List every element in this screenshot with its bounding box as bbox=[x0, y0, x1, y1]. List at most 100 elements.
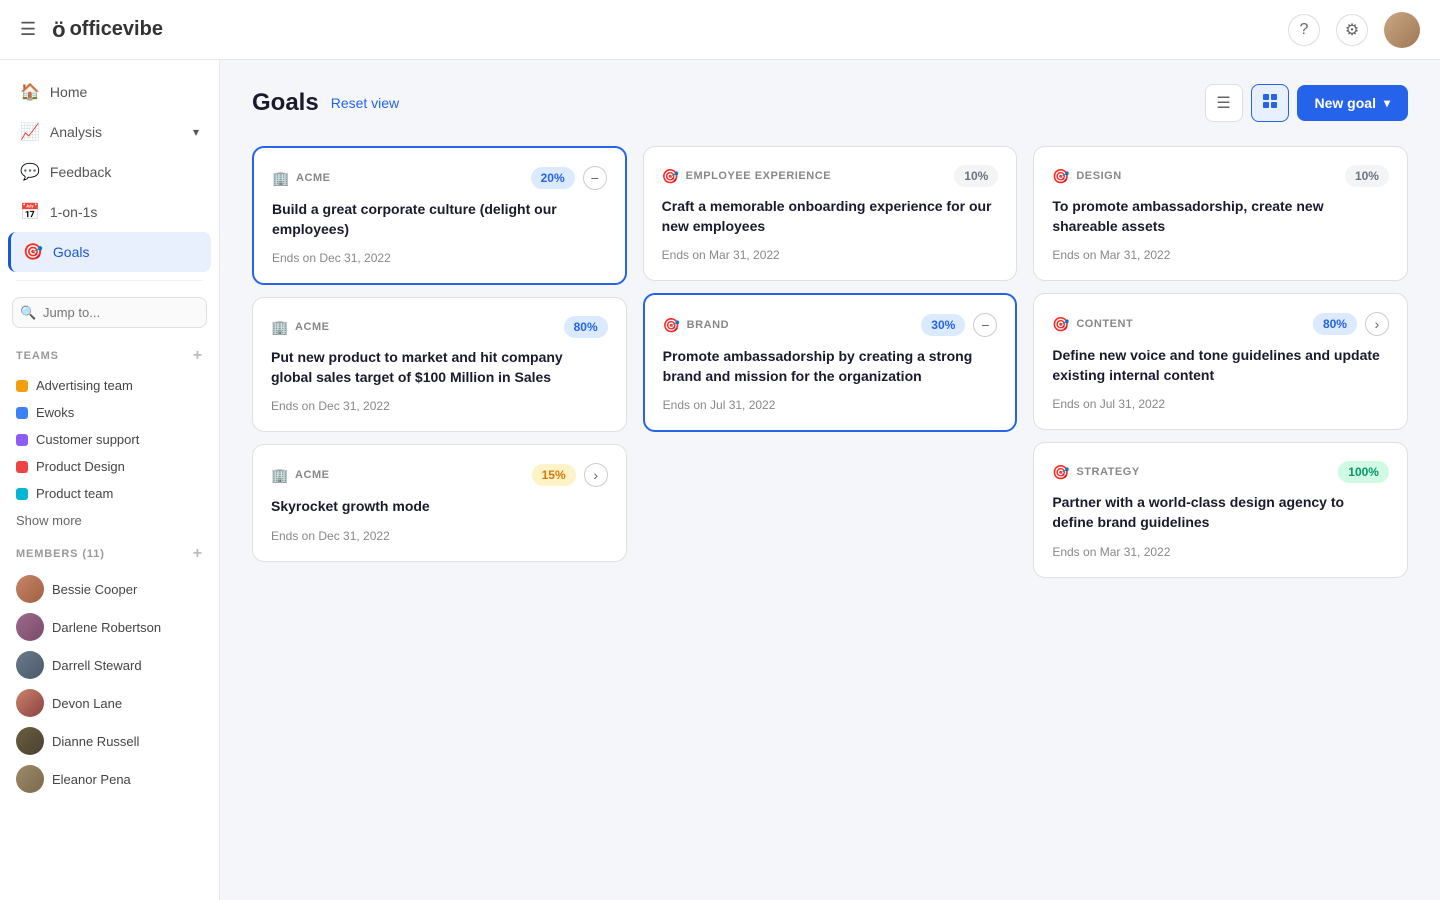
building-icon: 🏢 bbox=[271, 319, 289, 336]
search-icon: 🔍 bbox=[20, 305, 36, 321]
sidebar-item-ewoks[interactable]: Ewoks bbox=[12, 399, 207, 426]
avatar[interactable] bbox=[1384, 12, 1420, 48]
goal-org: 🏢 ACME bbox=[272, 170, 331, 187]
team-dot bbox=[16, 434, 28, 446]
goal-title: Put new product to market and hit compan… bbox=[271, 348, 608, 387]
sidebar-item-home[interactable]: 🏠 Home bbox=[8, 72, 211, 112]
show-more-button[interactable]: Show more bbox=[12, 507, 207, 534]
help-icon[interactable]: ? bbox=[1288, 14, 1320, 46]
avatar bbox=[16, 689, 44, 717]
goals-column-2: 🎯 EMPLOYEE EXPERIENCE 10% Craft a memora… bbox=[643, 146, 1018, 578]
teams-section: TEAMS + Advertising team Ewoks Customer … bbox=[0, 344, 219, 534]
building-icon: 🏢 bbox=[272, 170, 290, 187]
goal-card-header: 🎯 DESIGN 10% bbox=[1052, 165, 1389, 187]
building-icon: 🏢 bbox=[271, 467, 289, 484]
goal-card-g2[interactable]: 🏢 ACME 80% Put new product to market and… bbox=[252, 297, 627, 432]
target-icon: 🎯 bbox=[663, 317, 681, 334]
app-logo: öofficevibe bbox=[52, 17, 163, 43]
goal-title: Craft a memorable onboarding experience … bbox=[662, 197, 999, 236]
percent-badge: 15% bbox=[532, 464, 576, 486]
goal-title: Skyrocket growth mode bbox=[271, 497, 608, 517]
goals-icon: 🎯 bbox=[23, 242, 43, 262]
goal-card-g6[interactable]: 🎯 DESIGN 10% To promote ambassadorship, … bbox=[1033, 146, 1408, 281]
avatar bbox=[16, 765, 44, 793]
content-header-left: Goals Reset view bbox=[252, 89, 399, 117]
goal-action-button[interactable]: › bbox=[584, 463, 608, 487]
member-eleanor[interactable]: Eleanor Pena bbox=[12, 760, 207, 798]
target-icon: 🎯 bbox=[1052, 464, 1070, 481]
avatar bbox=[16, 575, 44, 603]
sidebar-item-1on1s[interactable]: 📅 1-on-1s bbox=[8, 192, 211, 232]
team-dot bbox=[16, 461, 28, 473]
avatar bbox=[16, 613, 44, 641]
goals-grid: 🏢 ACME 20% − Build a great corporate cul… bbox=[252, 146, 1408, 578]
team-dot bbox=[16, 407, 28, 419]
goals-column-3: 🎯 DESIGN 10% To promote ambassadorship, … bbox=[1033, 146, 1408, 578]
main-layout: 🏠 Home 📈 Analysis ▾ 💬 Feedback 📅 1-on-1s… bbox=[0, 60, 1440, 900]
goal-card-header: 🏢 ACME 80% bbox=[271, 316, 608, 338]
goal-title: Promote ambassadorship by creating a str… bbox=[663, 347, 998, 386]
sidebar-item-product-design[interactable]: Product Design bbox=[12, 453, 207, 480]
members-section: MEMBERS (11) + Bessie Cooper Darlene Rob… bbox=[0, 542, 219, 798]
topnav: ☰ öofficevibe ? ⚙ bbox=[0, 0, 1440, 60]
sidebar-item-customer-support[interactable]: Customer support bbox=[12, 426, 207, 453]
goal-action-button[interactable]: › bbox=[1365, 312, 1389, 336]
header-actions: ☰ New goal ▾ bbox=[1205, 84, 1409, 122]
goal-card-g8[interactable]: 🎯 STRATEGY 100% Partner with a world-cla… bbox=[1033, 442, 1408, 577]
member-bessie[interactable]: Bessie Cooper bbox=[12, 570, 207, 608]
percent-badge: 30% bbox=[921, 314, 965, 336]
percent-badge: 100% bbox=[1338, 461, 1389, 483]
goal-action-button[interactable]: − bbox=[973, 313, 997, 337]
percent-badge: 10% bbox=[1345, 165, 1389, 187]
member-dianne[interactable]: Dianne Russell bbox=[12, 722, 207, 760]
new-goal-button[interactable]: New goal ▾ bbox=[1297, 85, 1409, 121]
list-view-button[interactable]: ☰ bbox=[1205, 84, 1243, 122]
goal-card-header: 🏢 ACME 20% − bbox=[272, 166, 607, 190]
goal-date: Ends on Dec 31, 2022 bbox=[272, 251, 607, 265]
sidebar-item-analysis[interactable]: 📈 Analysis ▾ bbox=[8, 112, 211, 152]
sidebar-item-advertising[interactable]: Advertising team bbox=[12, 372, 207, 399]
hamburger-icon[interactable]: ☰ bbox=[20, 19, 36, 40]
sidebar-item-feedback[interactable]: 💬 Feedback bbox=[8, 152, 211, 192]
goal-org: 🎯 EMPLOYEE EXPERIENCE bbox=[662, 168, 832, 185]
member-darlene[interactable]: Darlene Robertson bbox=[12, 608, 207, 646]
target-icon: 🎯 bbox=[1052, 168, 1070, 185]
goal-card-g4[interactable]: 🎯 EMPLOYEE EXPERIENCE 10% Craft a memora… bbox=[643, 146, 1018, 281]
avatar bbox=[16, 727, 44, 755]
member-devon[interactable]: Devon Lane bbox=[12, 684, 207, 722]
jump-to-input[interactable] bbox=[12, 297, 207, 328]
goal-card-g5[interactable]: 🎯 BRAND 30% − Promote ambassadorship by … bbox=[643, 293, 1018, 432]
goal-org: 🎯 DESIGN bbox=[1052, 168, 1121, 185]
reset-view-button[interactable]: Reset view bbox=[331, 95, 399, 111]
content-header: Goals Reset view ☰ bbox=[252, 84, 1408, 122]
avatar bbox=[16, 651, 44, 679]
percent-badge: 80% bbox=[564, 316, 608, 338]
goal-action-button[interactable]: − bbox=[583, 166, 607, 190]
grid-view-button[interactable] bbox=[1251, 84, 1289, 122]
goal-card-header: 🎯 BRAND 30% − bbox=[663, 313, 998, 337]
goal-date: Ends on Jul 31, 2022 bbox=[1052, 397, 1389, 411]
target-icon: 🎯 bbox=[1052, 316, 1070, 333]
goal-card-g7[interactable]: 🎯 CONTENT 80% › Define new voice and ton… bbox=[1033, 293, 1408, 430]
sidebar-item-goals[interactable]: 🎯 Goals bbox=[8, 232, 211, 272]
teams-header: TEAMS + bbox=[12, 344, 207, 368]
add-member-button[interactable]: + bbox=[193, 546, 203, 562]
settings-icon[interactable]: ⚙ bbox=[1336, 14, 1368, 46]
goal-org: 🏢 ACME bbox=[271, 319, 330, 336]
goal-title: Partner with a world-class design agency… bbox=[1052, 493, 1389, 532]
percent-badge: 20% bbox=[531, 167, 575, 189]
goal-title: Define new voice and tone guidelines and… bbox=[1052, 346, 1389, 385]
add-team-button[interactable]: + bbox=[193, 348, 203, 364]
sidebar: 🏠 Home 📈 Analysis ▾ 💬 Feedback 📅 1-on-1s… bbox=[0, 60, 220, 900]
goal-date: Ends on Mar 31, 2022 bbox=[662, 248, 999, 262]
sidebar-item-product-team[interactable]: Product team bbox=[12, 480, 207, 507]
goal-date: Ends on Dec 31, 2022 bbox=[271, 529, 608, 543]
team-dot bbox=[16, 380, 28, 392]
goal-card-g1[interactable]: 🏢 ACME 20% − Build a great corporate cul… bbox=[252, 146, 627, 285]
member-darrell[interactable]: Darrell Steward bbox=[12, 646, 207, 684]
goal-card-g3[interactable]: 🏢 ACME 15% › Skyrocket growth mode Ends … bbox=[252, 444, 627, 562]
jump-to-container: 🔍 bbox=[12, 297, 207, 328]
goal-date: Ends on Mar 31, 2022 bbox=[1052, 248, 1389, 262]
goals-column-1: 🏢 ACME 20% − Build a great corporate cul… bbox=[252, 146, 627, 578]
goal-date: Ends on Dec 31, 2022 bbox=[271, 399, 608, 413]
